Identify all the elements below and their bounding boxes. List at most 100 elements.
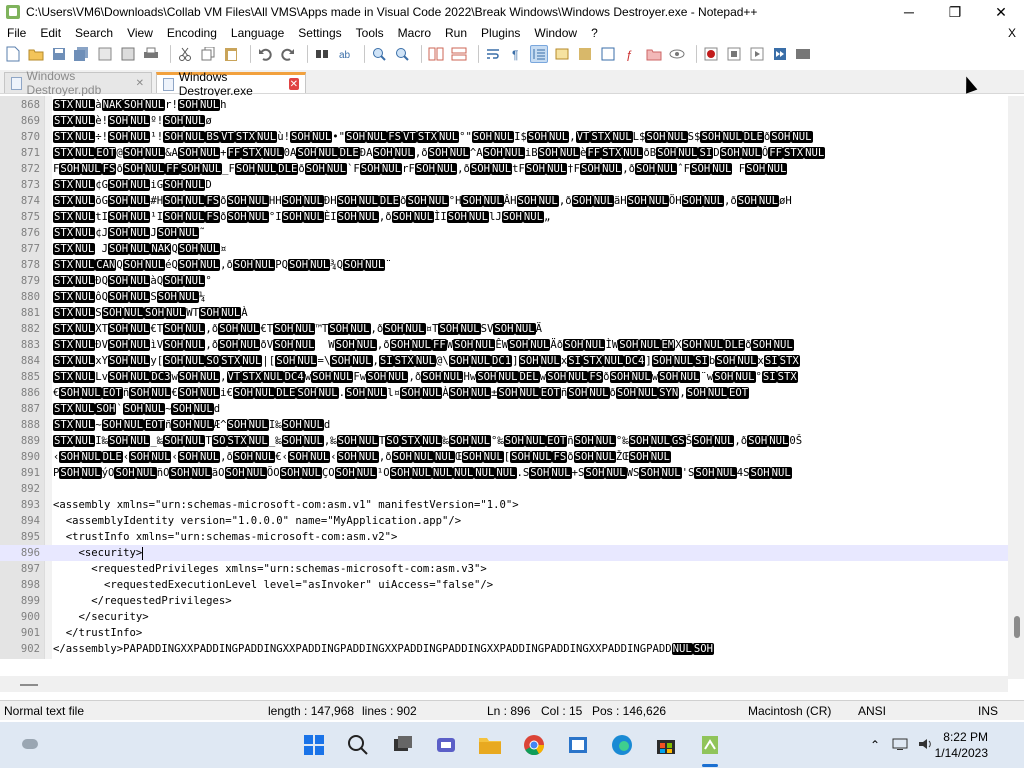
paste-icon[interactable]: [222, 45, 240, 63]
stop-macro-icon[interactable]: [725, 45, 743, 63]
menu-help[interactable]: ?: [584, 26, 605, 40]
sync-horizontal-icon[interactable]: [450, 45, 468, 63]
editor-line[interactable]: 869 STX NULè!SOH NULº!SOH NULø: [0, 113, 1018, 129]
menu-plugins[interactable]: Plugins: [474, 26, 527, 40]
editor-line[interactable]: 868 STX NULàNAK SOH NULr!SOH NULh: [0, 97, 1018, 113]
notepad-plus-plus-icon[interactable]: [696, 731, 724, 759]
tab-windows-destroyer-pdb[interactable]: Windows Destroyer.pdb ✕: [4, 69, 152, 97]
menu-encoding[interactable]: Encoding: [160, 26, 224, 40]
editor-line[interactable]: 885 STX NULLvSOH NUL DC3wSOH NUL,VT STX NUL DC4w…: [0, 369, 1018, 385]
maximize-button[interactable]: ❐: [932, 0, 978, 24]
start-icon[interactable]: [300, 731, 328, 759]
task-view-icon[interactable]: [389, 731, 417, 759]
run-macro-multiple-icon[interactable]: [771, 45, 789, 63]
record-macro-icon[interactable]: [702, 45, 720, 63]
undo-icon[interactable]: [256, 45, 274, 63]
new-file-icon[interactable]: [4, 45, 22, 63]
find-icon[interactable]: [313, 45, 331, 63]
editor-line[interactable]: 897 <requestedPrivileges xmlns="urn:sche…: [0, 561, 1018, 577]
editor-line[interactable]: 883 STX NULÐVSOH NULìVSOH NUL,ðSOH NULðVSOH NU…: [0, 337, 1018, 353]
minimize-button[interactable]: ─: [886, 0, 932, 24]
close-button[interactable]: ✕: [978, 0, 1024, 24]
teams-chat-icon[interactable]: [432, 731, 460, 759]
editor-line[interactable]: 899 </requestedPrivileges>: [0, 593, 1018, 609]
editor-line[interactable]: 895 <trustInfo xmlns="urn:schemas-micros…: [0, 529, 1018, 545]
menu-edit[interactable]: Edit: [33, 26, 68, 40]
word-wrap-icon[interactable]: [484, 45, 502, 63]
menu-settings[interactable]: Settings: [291, 26, 348, 40]
menu-run[interactable]: Run: [438, 26, 474, 40]
cut-icon[interactable]: [176, 45, 194, 63]
store-icon[interactable]: [652, 731, 680, 759]
editor-line[interactable]: 878 STX NUL CANQSOH NULéQSOH NUL,ðSOH NULPQSOH…: [0, 257, 1018, 273]
vertical-scroll-thumb[interactable]: [1014, 616, 1020, 638]
status-eol-format[interactable]: Macintosh (CR): [748, 704, 831, 718]
volume-icon[interactable]: [918, 737, 934, 754]
chevron-up-icon[interactable]: ⌃: [870, 738, 880, 752]
function-icon[interactable]: ƒ: [622, 45, 640, 63]
menu-view[interactable]: View: [120, 26, 160, 40]
editor-line[interactable]: 887 STX NUL SOH`SOH NUL~SOH NULd: [0, 401, 1018, 417]
file-explorer-icon[interactable]: [476, 731, 504, 759]
editor-line[interactable]: 884 STX NULxYSOH NULy[SOH NUL SO STX NUL|[SOH NU…: [0, 353, 1018, 369]
search-icon[interactable]: [344, 731, 372, 759]
save-macro-icon[interactable]: [794, 45, 812, 63]
editor-line[interactable]: 879 STX NULÐQSOH NULàQSOH NUL°: [0, 273, 1018, 289]
chrome-icon[interactable]: [520, 731, 548, 759]
indent-guide-icon[interactable]: [530, 45, 548, 63]
menu-search[interactable]: Search: [68, 26, 120, 40]
editor-line[interactable]: 881 STX NULSSOH NUL SOH NULWTSOH NULÀ: [0, 305, 1018, 321]
monitoring-icon[interactable]: [668, 45, 686, 63]
editor-line[interactable]: 900 </security>: [0, 609, 1018, 625]
zoom-in-icon[interactable]: [370, 45, 388, 63]
editor-line[interactable]: 890 ‹SOH NUL DLE‹SOH NUL‹SOH NUL,ðSOH NUL€‹SOH…: [0, 449, 1018, 465]
function-list-icon[interactable]: [599, 45, 617, 63]
open-file-icon[interactable]: [27, 45, 45, 63]
editor-line[interactable]: 892: [0, 481, 1018, 497]
close-document-button[interactable]: X: [1008, 26, 1016, 40]
menu-window[interactable]: Window: [527, 26, 584, 40]
editor-line[interactable]: 902 </assembly>PAPADDINGXXPADDINGPADDINGX…: [0, 641, 1018, 657]
edge-icon[interactable]: [608, 731, 636, 759]
tab-close-icon[interactable]: ✕: [135, 77, 145, 89]
print-icon[interactable]: [142, 45, 160, 63]
weather-widget-icon[interactable]: [18, 735, 40, 753]
editor-line[interactable]: 870 STX NUL÷!SOH NUL¹!SOH NUL BS VT STX NULù!SOH…: [0, 129, 1018, 145]
network-icon[interactable]: [892, 737, 908, 754]
sync-vertical-icon[interactable]: [427, 45, 445, 63]
editor-line[interactable]: 872 FSOH NUL FSðSOH NUL FF SOH NUL_FSOH NUL DLEðS…: [0, 161, 1018, 177]
play-macro-icon[interactable]: [748, 45, 766, 63]
replace-icon[interactable]: ab: [336, 45, 354, 63]
zoom-out-icon[interactable]: [393, 45, 411, 63]
editor-line[interactable]: 888 STX NUL~SOH NUL EOTñSOH NULÆ^SOH NULI‰SOH N…: [0, 417, 1018, 433]
show-all-characters-icon[interactable]: ¶: [507, 45, 525, 63]
editor-line[interactable]: 886 €SOH NUL EOTñSOH NUL€SOH NULi€SOH NUL DLE SO…: [0, 385, 1018, 401]
user-defined-language-icon[interactable]: [553, 45, 571, 63]
editor-line[interactable]: 901 </trustInfo>: [0, 625, 1018, 641]
editor-line[interactable]: 893 <assembly xmlns="urn:schemas-microsof…: [0, 497, 1018, 513]
editor-line[interactable]: 871 STX NUL EOT@SOH NUL&ASOH NUL+FF STX NUL0ASO…: [0, 145, 1018, 161]
editor-line[interactable]: 889 STX NULI‰SOH NUL_‰SOH NULTSO STX NUL_‰SOH N…: [0, 433, 1018, 449]
copy-icon[interactable]: [199, 45, 217, 63]
close-file-icon[interactable]: [96, 45, 114, 63]
redo-icon[interactable]: [279, 45, 297, 63]
horizontal-scrollbar[interactable]: [0, 676, 1008, 692]
taskbar-clock[interactable]: 8:22 PM 1/14/2023: [935, 729, 988, 761]
editor-line[interactable]: 877 STX NUL JSOH NUL NAKQSOH NUL¤: [0, 241, 1018, 257]
horizontal-scroll-thumb[interactable]: [20, 684, 38, 686]
text-editor[interactable]: 868 STX NULàNAK SOH NULr!SOH NULh 869 STX NULè!S…: [0, 96, 1018, 659]
document-map-icon[interactable]: [576, 45, 594, 63]
save-all-icon[interactable]: [73, 45, 91, 63]
status-encoding[interactable]: ANSI: [858, 704, 886, 718]
editor-line[interactable]: 874 STX NULõGSOH NUL#HSOH NUL FSðSOH NULHHSOH N…: [0, 193, 1018, 209]
editor-line[interactable]: 894 <assemblyIdentity version="1.0.0.0" …: [0, 513, 1018, 529]
editor-line[interactable]: 873 STX NUL¢GSOH NULiGSOH NULD: [0, 177, 1018, 193]
editor-line[interactable]: 875 STX NULtISOH NUL¹ISOH NUL FSðSOH NUL°ISOH N…: [0, 209, 1018, 225]
editor-line[interactable]: 896 <security>: [0, 545, 1018, 561]
editor-line[interactable]: 882 STX NULXTSOH NUL€TSOH NUL,ðSOH NUL€TSOH NU…: [0, 321, 1018, 337]
tab-windows-destroyer-exe[interactable]: Windows Destroyer.exe ✕: [156, 70, 306, 98]
menu-language[interactable]: Language: [224, 26, 291, 40]
vertical-scrollbar[interactable]: [1008, 96, 1024, 679]
folder-workspace-icon[interactable]: [645, 45, 663, 63]
tab-close-icon[interactable]: ✕: [288, 78, 299, 90]
